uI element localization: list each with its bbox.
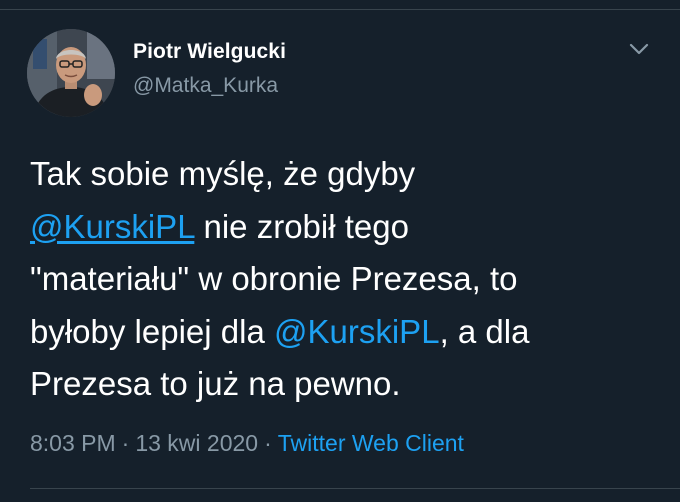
- author-handle[interactable]: @Matka_Kurka: [133, 74, 278, 98]
- bottom-divider: [30, 488, 680, 489]
- mention-link-kurskipl-2[interactable]: @KurskiPL: [274, 313, 440, 350]
- tweet-text-line-4-end: , a dla: [439, 312, 530, 350]
- tweet-text-line-4: byłoby lepiej dla: [30, 312, 274, 350]
- avatar-photo-icon: [27, 29, 115, 117]
- chevron-down-icon[interactable]: [627, 40, 651, 58]
- tweet-text-line-1: Tak sobie myślę, że gdyby: [30, 155, 416, 192]
- meta-separator: ·: [121, 430, 130, 456]
- author-display-name[interactable]: Piotr Wielgucki: [133, 40, 286, 64]
- avatar[interactable]: [27, 29, 115, 117]
- tweet-date[interactable]: 13 kwi 2020: [135, 430, 258, 456]
- tweet-text-line-5: Prezesa to już na pewno.: [30, 365, 401, 402]
- tweet-card: Piotr Wielgucki @Matka_Kurka Tak sobie m…: [0, 0, 680, 502]
- mention-link-kurskipl[interactable]: @KurskiPL: [30, 208, 194, 245]
- tweet-text-line-3: "materiału" w obronie Prezesa, to: [30, 260, 518, 297]
- client-link[interactable]: Twitter Web Client: [278, 430, 464, 456]
- tweet-time[interactable]: 8:03 PM: [30, 430, 116, 456]
- tweet-meta: 8:03 PM · 13 kwi 2020 · Twitter Web Client: [30, 430, 464, 457]
- meta-separator-2: ·: [264, 430, 272, 456]
- tweet-text-line-2: nie zrobił tego: [194, 207, 409, 245]
- tweet-text: Tak sobie myślę, że gdyby @KurskiPL nie …: [30, 148, 660, 411]
